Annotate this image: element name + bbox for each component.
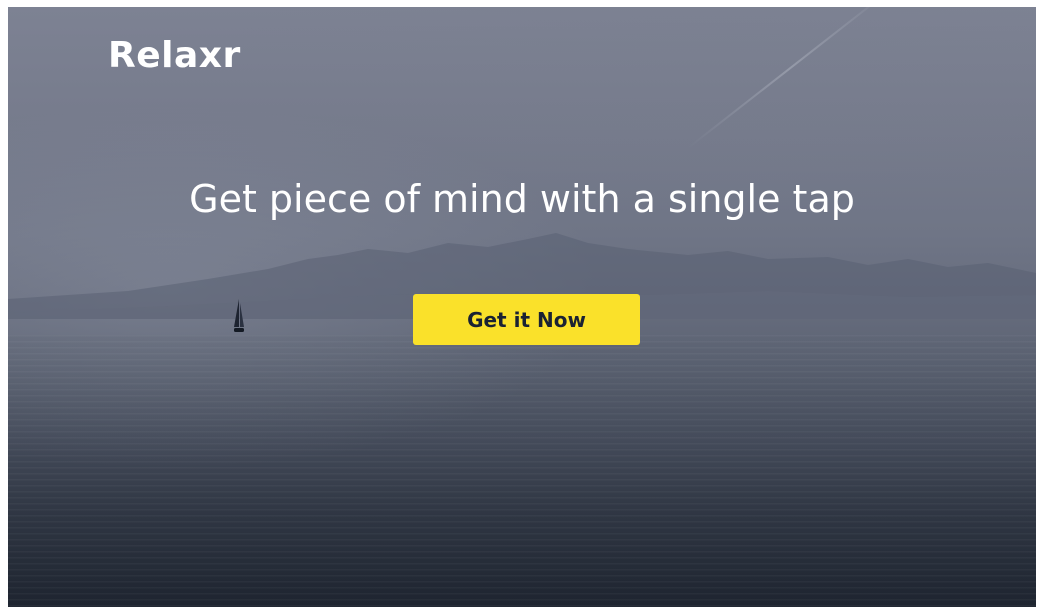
get-it-now-button[interactable]: Get it Now [413, 294, 640, 345]
sea-image [8, 335, 1036, 607]
hero-headline: Get piece of mind with a single tap [189, 177, 855, 221]
hero-section: Relaxr Get piece of mind with a single t… [8, 7, 1036, 607]
brand-logo[interactable]: Relaxr [108, 35, 241, 76]
sailboat-icon [234, 299, 244, 332]
